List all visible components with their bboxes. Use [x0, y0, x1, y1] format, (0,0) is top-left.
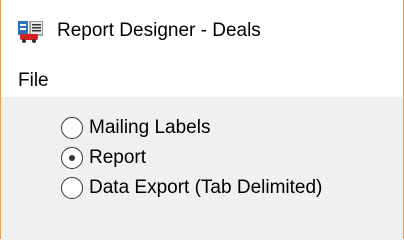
- data-export-label: Data Export (Tab Delimited): [89, 177, 323, 198]
- title-bar[interactable]: Report Designer - Deals: [1, 0, 403, 63]
- mailing-labels-label: Mailing Labels: [89, 117, 211, 138]
- report-designer-app-icon: [18, 21, 43, 43]
- menu-bar: File: [1, 63, 403, 98]
- option-data-export[interactable]: Data Export (Tab Delimited): [61, 176, 322, 200]
- report-radio[interactable]: [61, 147, 83, 169]
- report-designer-window: Report Designer - Deals File Mailing Lab…: [0, 0, 404, 240]
- data-export-radio[interactable]: [61, 177, 83, 199]
- option-mailing-labels[interactable]: Mailing Labels: [61, 116, 210, 140]
- options-panel: Mailing Labels Report Data Export (Tab D…: [1, 98, 403, 240]
- window-title: Report Designer - Deals: [57, 20, 261, 41]
- report-label: Report: [89, 147, 147, 168]
- option-report[interactable]: Report: [61, 146, 146, 170]
- mailing-labels-radio[interactable]: [61, 117, 83, 139]
- menu-file[interactable]: File: [16, 70, 51, 92]
